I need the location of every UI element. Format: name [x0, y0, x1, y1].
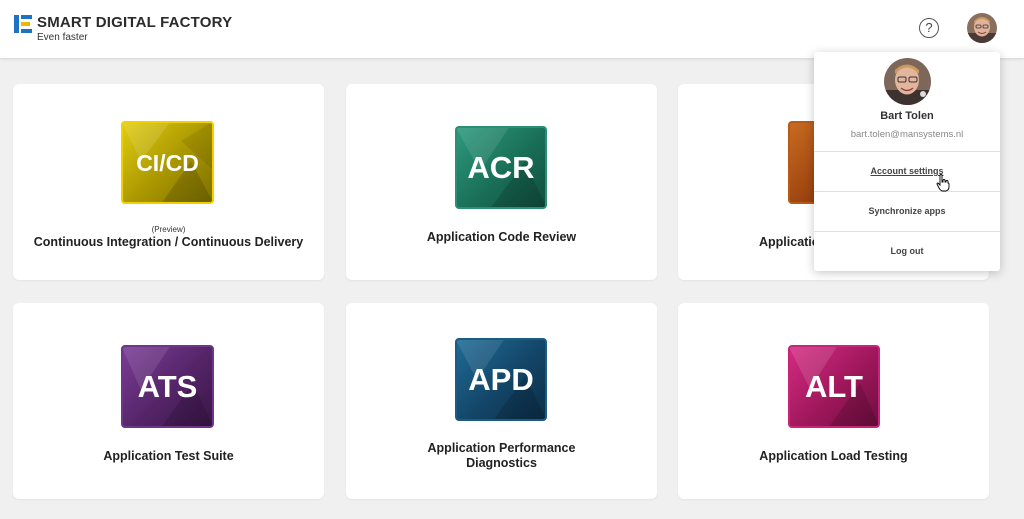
cicd-tile-text: CI/CD — [136, 150, 199, 176]
app-card-ats[interactable]: ATS Application Test Suite — [13, 303, 324, 499]
app-label-cicd: Continuous Integration / Continuous Deli… — [33, 235, 304, 249]
log-out-button[interactable]: Log out — [814, 246, 1000, 256]
brand-title: SMART DIGITAL FACTORY — [37, 14, 233, 31]
app-card-cicd[interactable]: CI/CD (Preview) Continuous Integration /… — [13, 84, 324, 280]
app-label-apd-line2: Diagnostics — [466, 456, 537, 470]
brand-subtitle: Even faster — [37, 32, 88, 43]
app-card-apd[interactable]: APD Application Performance Diagnostics — [346, 303, 657, 499]
ats-tile-text: ATS — [137, 369, 198, 404]
acr-tile-text: ACR — [467, 150, 535, 185]
app-card-acr[interactable]: ACR Application Code Review — [346, 84, 657, 280]
apd-tile-icon: APD — [455, 338, 547, 421]
app-card-alt[interactable]: ALT Application Load Testing — [678, 303, 989, 499]
apd-tile-text: APD — [468, 362, 534, 397]
preview-badge: (Preview) — [151, 225, 186, 234]
app-label-acr: Application Code Review — [426, 230, 577, 244]
ats-tile-icon: ATS — [121, 345, 214, 428]
divider — [814, 231, 1000, 232]
app-label-partial: Applicatio — [759, 235, 820, 249]
top-bar: SMART DIGITAL FACTORY Even faster ? — [0, 0, 1024, 58]
app-label-ats: Application Test Suite — [103, 449, 234, 463]
alt-tile-icon: ALT — [788, 345, 880, 428]
avatar[interactable] — [967, 13, 997, 43]
logo-mark-icon — [14, 15, 32, 33]
app-label-alt: Application Load Testing — [759, 449, 908, 463]
help-icon[interactable]: ? — [919, 18, 939, 38]
cicd-tile-icon: CI/CD — [121, 121, 214, 204]
acr-tile-icon: ACR — [455, 126, 547, 209]
pointer-cursor-icon — [936, 174, 950, 192]
user-name: Bart Tolen — [880, 110, 934, 122]
avatar — [884, 58, 931, 105]
brand-logo[interactable]: SMART DIGITAL FACTORY Even faster — [14, 14, 232, 44]
partial-tile-text: A — [822, 145, 846, 180]
alt-tile-text: ALT — [805, 369, 863, 404]
synchronize-apps-button[interactable]: Synchronize apps — [814, 206, 1000, 216]
partial-tile-icon: A — [788, 121, 880, 204]
app-label-apd-line1: Application Performance — [427, 441, 576, 455]
